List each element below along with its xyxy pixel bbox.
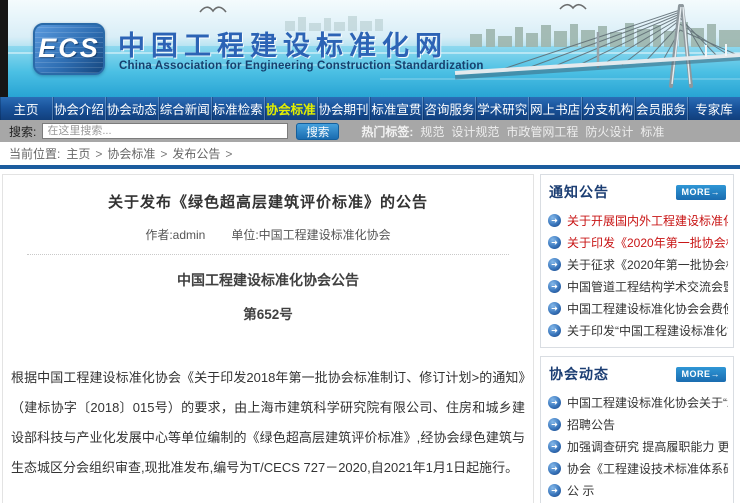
list-item[interactable]: ➜ 加强调查研究 提高履职能力 更好发挥 — [548, 435, 728, 457]
hot-tag[interactable]: 市政管网工程 — [506, 123, 578, 140]
list-item[interactable]: ➜ 关于征求《2020年第一批协会标准制 — [548, 253, 728, 275]
sidebar-link[interactable]: 公 示 — [567, 482, 594, 499]
breadcrumb-announcements[interactable]: 发布公告 — [172, 145, 220, 162]
search-label: 搜索: — [9, 123, 36, 140]
globe-arrow-icon: ➜ — [548, 302, 561, 315]
search-bar: 搜索: 搜索 热门标签: 规范 设计规范 市政管网工程 防火设计 标准 — [0, 120, 740, 142]
nav-item-consulting[interactable]: 咨询服务 — [423, 97, 476, 120]
list-item[interactable]: ➜ 招聘公告 — [548, 413, 728, 435]
article-unit: 单位:中国工程建设标准化协会 — [231, 226, 390, 243]
sidebar-link[interactable]: 关于征求《2020年第一批协会标准制 — [567, 256, 728, 273]
news-header: 协会动态 MORE→ — [541, 357, 733, 390]
nav-item-bookstore[interactable]: 网上书店 — [529, 97, 582, 120]
nav-item-association-standards[interactable]: 协会标准 — [265, 97, 318, 120]
nav-item-home[interactable]: 主页 — [0, 97, 53, 120]
screenshot-edge-band — [0, 0, 8, 97]
sidebar-link[interactable]: 招聘公告 — [567, 416, 615, 433]
list-item[interactable]: ➜ 关于印发《2020年第一批协会标准制 — [548, 231, 728, 253]
notice-number: 第652号 — [9, 303, 527, 323]
globe-arrow-icon: ➜ — [548, 484, 561, 497]
breadcrumb-home[interactable]: 主页 — [66, 145, 90, 162]
sidebar-link[interactable]: 中国工程建设标准化协会会费使用管理 — [567, 300, 728, 317]
globe-arrow-icon: ➜ — [548, 214, 561, 227]
sidebar-link[interactable]: 关于印发“中国工程建设标准化协会会 — [567, 322, 728, 339]
notices-title: 通知公告 — [549, 182, 609, 202]
notices-more-button[interactable]: MORE→ — [676, 185, 727, 200]
globe-arrow-icon: ➜ — [548, 324, 561, 337]
hot-tag[interactable]: 规范 — [420, 123, 444, 140]
notices-header: 通知公告 MORE→ — [541, 175, 733, 208]
news-more-button[interactable]: MORE→ — [676, 367, 727, 382]
site-header: ECS 中国工程建设标准化网 China Association for Eng… — [0, 0, 740, 97]
search-input[interactable] — [42, 123, 288, 139]
globe-arrow-icon: ➜ — [548, 280, 561, 293]
globe-arrow-icon: ➜ — [548, 418, 561, 431]
nav-item-about[interactable]: 协会介绍 — [53, 97, 106, 120]
hot-tags-label: 热门标签: — [361, 123, 413, 140]
breadcrumb-prefix: 当前位置: — [9, 145, 60, 162]
list-item[interactable]: ➜ 公 示 — [548, 479, 728, 501]
breadcrumb: 当前位置: 主页 > 协会标准 > 发布公告 > — [0, 142, 740, 165]
nav-item-branches[interactable]: 分支机构 — [582, 97, 635, 120]
article-author: 作者:admin — [145, 226, 205, 243]
breadcrumb-separator: > — [160, 147, 167, 161]
notices-panel: 通知公告 MORE→ ➜ 关于开展国内外工程建设标准化法规制 ➜ 关于印发《20… — [540, 174, 734, 348]
hot-tag[interactable]: 设计规范 — [451, 123, 499, 140]
sidebar-link[interactable]: 中国管道工程结构学术交流会暨中国工 — [567, 278, 728, 295]
search-button[interactable]: 搜索 — [296, 123, 339, 140]
news-list: ➜ 中国工程建设标准化协会关于“2020年 ➜ 招聘公告 ➜ 加强调查研究 提高… — [541, 390, 733, 503]
breadcrumb-separator: > — [225, 147, 232, 161]
sidebar-link[interactable]: 加强调查研究 提高履职能力 更好发挥 — [567, 438, 728, 455]
article: 关于发布《绿色超高层建筑评价标准》的公告 作者:admin 单位:中国工程建设标… — [2, 174, 534, 503]
page-title: 关于发布《绿色超高层建筑评价标准》的公告 — [9, 191, 527, 212]
globe-arrow-icon: ➜ — [548, 236, 561, 249]
list-item[interactable]: ➜ 协会《工程建设技术标准体系研究》启 — [548, 457, 728, 479]
ecs-logo: ECS — [33, 23, 105, 75]
main-nav: 主页 协会介绍 协会动态 综合新闻 标准检索 协会标准 协会期刊 标准宣贯 咨询… — [0, 97, 740, 120]
nav-item-experts[interactable]: 专家库 — [688, 97, 740, 120]
list-item[interactable]: ➜ 关于印发“中国工程建设标准化协会会 — [548, 319, 728, 341]
sidebar-link[interactable]: 关于印发《2020年第一批协会标准制 — [567, 234, 728, 251]
sidebar: 通知公告 MORE→ ➜ 关于开展国内外工程建设标准化法规制 ➜ 关于印发《20… — [540, 174, 734, 503]
nav-item-standard-promotion[interactable]: 标准宣贯 — [370, 97, 423, 120]
news-title: 协会动态 — [549, 364, 609, 384]
site-title: 中国工程建设标准化网 — [118, 24, 448, 63]
nav-item-journal[interactable]: 协会期刊 — [318, 97, 371, 120]
article-meta: 作者:admin 单位:中国工程建设标准化协会 — [27, 226, 509, 255]
globe-arrow-icon: ➜ — [548, 258, 561, 271]
list-item[interactable]: ➜ 中国工程建设标准化协会关于“2020年 — [548, 391, 728, 413]
notices-list: ➜ 关于开展国内外工程建设标准化法规制 ➜ 关于印发《2020年第一批协会标准制… — [541, 208, 733, 347]
breadcrumb-association-standards[interactable]: 协会标准 — [107, 145, 155, 162]
notice-title: 中国工程建设标准化协会公告 — [9, 270, 527, 290]
hot-tag[interactable]: 标准 — [640, 123, 664, 140]
nav-item-member-services[interactable]: 会员服务 — [635, 97, 688, 120]
news-panel: 协会动态 MORE→ ➜ 中国工程建设标准化协会关于“2020年 ➜ 招聘公告 … — [540, 356, 734, 503]
list-item[interactable]: ➜ 中国工程建设标准化协会会费使用管理 — [548, 297, 728, 319]
nav-item-standard-search[interactable]: 标准检索 — [212, 97, 265, 120]
article-body: 根据中国工程建设标准化协会《关于印发2018年第一批协会标准制订、修订计划>的通… — [11, 363, 525, 483]
globe-arrow-icon: ➜ — [548, 440, 561, 453]
sidebar-link[interactable]: 协会《工程建设技术标准体系研究》启 — [567, 460, 728, 477]
globe-arrow-icon: ➜ — [548, 462, 561, 475]
sidebar-link[interactable]: 中国工程建设标准化协会关于“2020年 — [567, 394, 728, 411]
site-subtitle: China Association for Engineering Constr… — [119, 60, 484, 72]
globe-arrow-icon: ➜ — [548, 396, 561, 409]
list-item[interactable]: ➜ 中国管道工程结构学术交流会暨中国工 — [548, 275, 728, 297]
list-item[interactable]: ➜ 关于开展国内外工程建设标准化法规制 — [548, 209, 728, 231]
nav-item-academic-research[interactable]: 学术研究 — [476, 97, 529, 120]
nav-item-association-news[interactable]: 协会动态 — [106, 97, 159, 120]
hot-tag[interactable]: 防火设计 — [585, 123, 633, 140]
breadcrumb-separator: > — [95, 147, 102, 161]
main-area: 关于发布《绿色超高层建筑评价标准》的公告 作者:admin 单位:中国工程建设标… — [0, 169, 740, 503]
nav-item-general-news[interactable]: 综合新闻 — [159, 97, 212, 120]
sidebar-link[interactable]: 关于开展国内外工程建设标准化法规制 — [567, 212, 728, 229]
